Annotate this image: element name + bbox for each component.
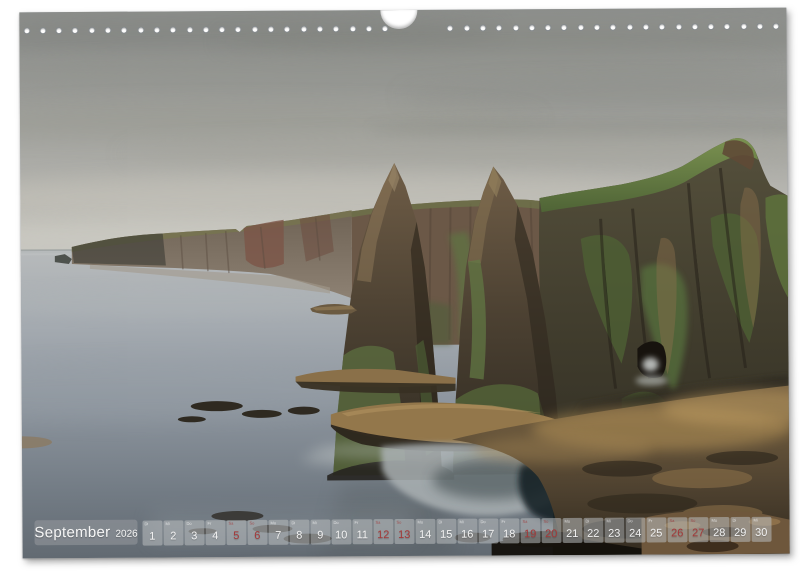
punch-hole [170,26,177,33]
date-cell: So27 [688,517,708,542]
date-cell: Mi9 [310,519,330,544]
punch-hole [39,27,46,34]
punch-hole [528,24,535,31]
date-cell: Do10 [331,519,351,544]
date-cell: Fr18 [499,518,519,543]
punch-hole [512,24,519,31]
punch-hole [724,23,731,30]
punch-hole [382,25,389,32]
punch-hole [593,24,600,31]
date-cell: Sa12 [373,519,393,544]
date-cell: Mo21 [562,518,582,543]
punch-hole [251,26,258,33]
punch-hole [365,25,372,32]
date-cell: So13 [394,519,414,544]
punch-hole [267,26,274,33]
punch-hole [104,27,111,34]
punch-hole [496,24,503,31]
punch-hole [463,25,470,32]
punch-hole [675,23,682,30]
punch-hole [121,27,128,34]
date-cell: Di29 [730,517,750,542]
date-cell: Di8 [289,520,309,545]
date-cell: Mi30 [751,517,771,542]
date-cell: Do24 [625,518,645,543]
punch-hole [202,26,209,33]
calendar-product-shot: September 2026 Di1Mi2Do3Fr4Sa5So6Mo7Di8M… [0,0,800,577]
date-cell: Mo7 [268,520,288,545]
punch-hole [333,25,340,32]
date-cell: Mi16 [457,519,477,544]
date-cell: Mi2 [163,520,183,545]
punch-hole [137,27,144,34]
punch-hole [756,23,763,30]
date-cell: Fr25 [646,517,666,542]
punch-hole [316,25,323,32]
date-cell: Mo28 [709,517,729,542]
date-cell: Di15 [436,519,456,544]
punch-hole [773,23,780,30]
punch-hole [691,23,698,30]
punch-hole [577,24,584,31]
punch-hole [740,23,747,30]
punch-hole [659,23,666,30]
landscape-photo [19,8,789,559]
calendar-page: September 2026 Di1Mi2Do3Fr4Sa5So6Mo7Di8M… [19,8,789,559]
punch-hole [219,26,226,33]
punch-hole [153,26,160,33]
punch-hole [610,24,617,31]
date-cell: Sa26 [667,517,687,542]
punch-hole [545,24,552,31]
date-cell: Fr11 [352,519,372,544]
punch-hole [235,26,242,33]
punch-hole [300,26,307,33]
punch-hole [708,23,715,30]
date-cell: Mi23 [604,518,624,543]
punch-hole [56,27,63,34]
date-cell: Fr4 [205,520,225,545]
punch-hole [186,26,193,33]
punch-hole [284,26,291,33]
punch-hole [88,27,95,34]
date-strip: Di1Mi2Do3Fr4Sa5So6Mo7Di8Mi9Do10Fr11Sa12S… [142,517,772,546]
year-label: 2026 [115,525,137,539]
punch-hole [349,25,356,32]
punch-hole [447,25,454,32]
date-cell: So6 [247,520,267,545]
date-cell: Mo14 [415,519,435,544]
punch-hole [23,27,30,34]
punch-hole [72,27,79,34]
date-cell: Do3 [184,520,204,545]
punch-hole [479,24,486,31]
date-cell: Di1 [142,520,162,545]
punch-hole [626,24,633,31]
punch-hole [561,24,568,31]
date-cell: Sa5 [226,520,246,545]
month-name: September [34,524,110,541]
month-label: September 2026 [34,520,137,546]
date-cell: Sa19 [520,518,540,543]
punch-hole [642,23,649,30]
date-cell: So20 [541,518,561,543]
date-cell: Do17 [478,518,498,543]
date-cell: Di22 [583,518,603,543]
